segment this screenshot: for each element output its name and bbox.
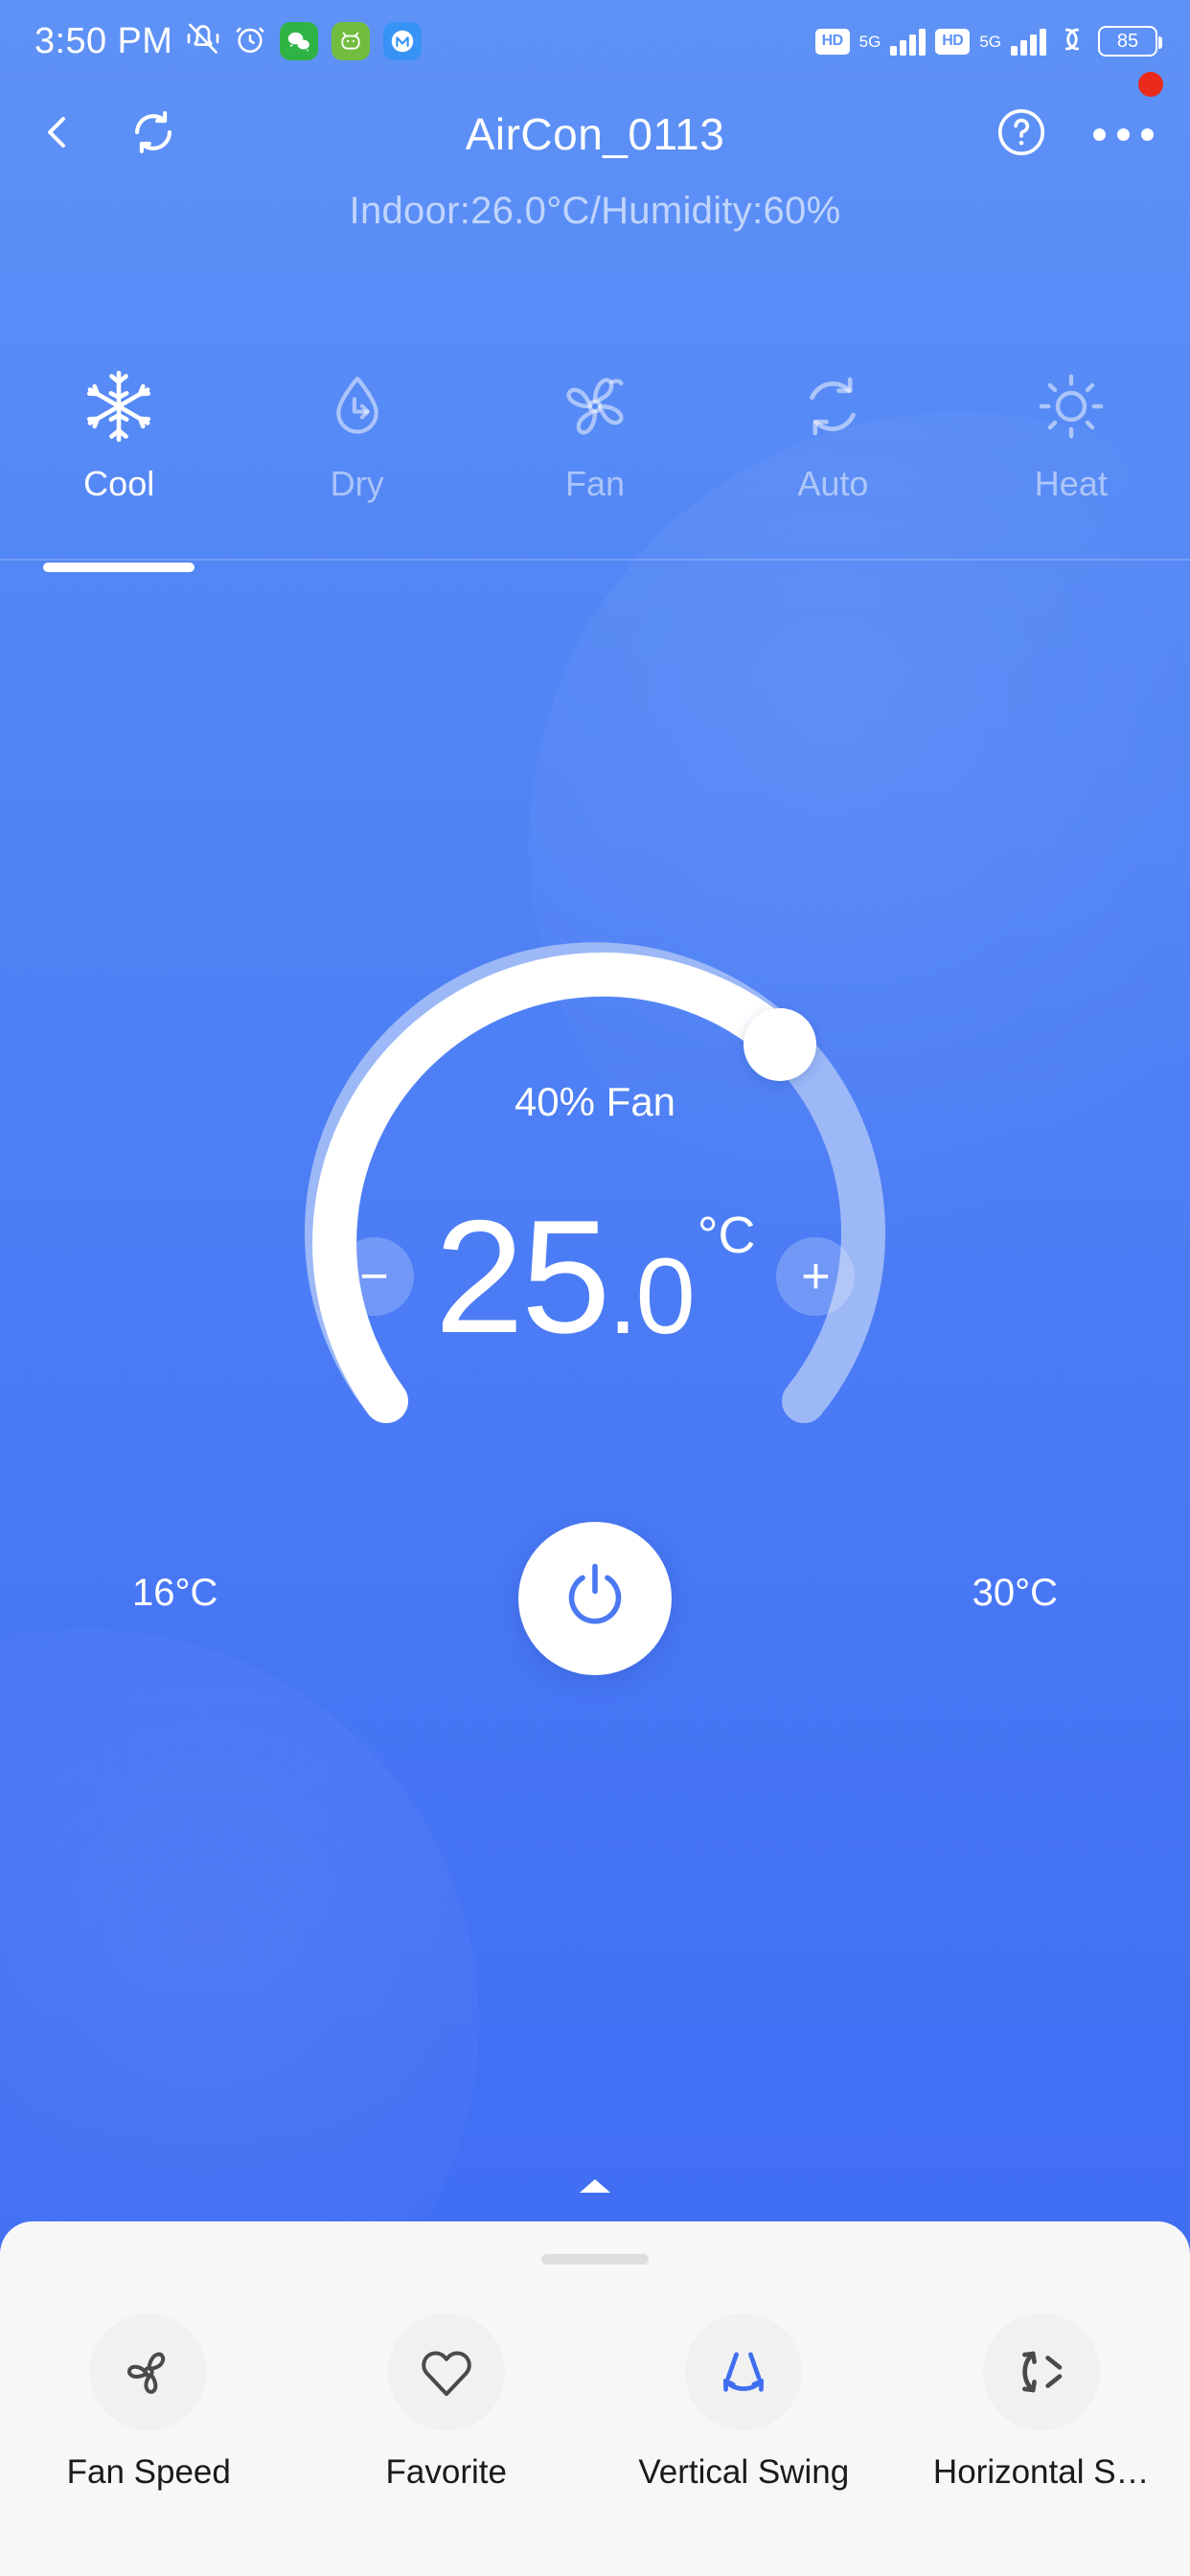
- hd-icon: HD: [814, 28, 850, 55]
- dial-max-label: 30°C: [972, 1572, 1058, 1614]
- battery-icon: 85: [1098, 26, 1162, 57]
- dial-min-label: 16°C: [132, 1572, 218, 1614]
- mode-tab-dry[interactable]: Dry: [238, 355, 475, 561]
- vpn-icon: [1056, 23, 1088, 60]
- chevron-left-icon[interactable]: [34, 109, 80, 160]
- temperature-stepper: − 25 .0 °C +: [0, 1186, 1190, 1367]
- mode-tab-auto[interactable]: Auto: [714, 355, 951, 561]
- temperature-dial[interactable]: [288, 862, 902, 1476]
- action-favorite[interactable]: Favorite: [298, 2313, 596, 2492]
- nav-right-group: [994, 71, 1163, 165]
- network-indicator-1: 5G: [859, 34, 881, 50]
- app-blue-icon: [383, 22, 423, 60]
- mode-active-underline: [43, 563, 195, 572]
- vertical-swing-icon: [685, 2313, 803, 2430]
- mode-tab-heat[interactable]: Heat: [952, 355, 1190, 561]
- power-icon: [555, 1556, 635, 1642]
- hd-icon-2: HD: [935, 28, 971, 55]
- power-button[interactable]: [518, 1522, 672, 1675]
- mode-tab-label: Auto: [797, 464, 869, 503]
- fan-speed-icon: [90, 2313, 208, 2430]
- water-drop-icon: [322, 362, 393, 450]
- status-bar: 3:50 PM HD 5G HD 5G 85: [0, 0, 1190, 82]
- help-circle-icon[interactable]: [994, 104, 1049, 165]
- bottom-sheet: Fan Speed Favorite Vertical Swing Horizo…: [0, 2221, 1190, 2576]
- action-label: Fan Speed: [66, 2453, 231, 2491]
- mode-tab-label: Cool: [83, 464, 155, 503]
- app-green-icon: [332, 22, 371, 60]
- snowflake-icon: [80, 362, 158, 450]
- auto-cycle-icon: [795, 362, 870, 450]
- indoor-climate-readout: Indoor:26.0°C/Humidity:60%: [349, 190, 841, 232]
- temperature-integer: 25: [434, 1186, 611, 1367]
- temperature-unit: °C: [697, 1207, 756, 1264]
- temperature-value: 25 .0 °C: [434, 1186, 756, 1367]
- mode-tab-label: Dry: [330, 464, 384, 503]
- mode-tabs: Cool Dry Fan Auto Heat: [0, 355, 1190, 572]
- mode-tab-label: Heat: [1034, 464, 1108, 503]
- battery-level: 85: [1116, 30, 1139, 52]
- action-label: Horizontal S…: [932, 2453, 1150, 2491]
- nav-bar: AirCon_0113: [0, 71, 1190, 186]
- action-label: Vertical Swing: [638, 2453, 850, 2491]
- modes-divider: [0, 559, 1190, 561]
- heart-icon: [387, 2313, 505, 2430]
- refresh-icon[interactable]: [128, 107, 178, 162]
- quick-actions: Fan Speed Favorite Vertical Swing Horizo…: [0, 2313, 1190, 2492]
- fan-speed-readout: 40% Fan: [514, 1079, 676, 1124]
- sheet-drag-handle[interactable]: [541, 2254, 649, 2265]
- temperature-decimal: .0: [607, 1235, 695, 1356]
- mode-tab-cool[interactable]: Cool: [0, 355, 238, 572]
- dial-gauge[interactable]: [288, 862, 902, 1476]
- action-label: Favorite: [385, 2453, 507, 2491]
- caret-up-icon[interactable]: [580, 2179, 610, 2193]
- action-vertical-swing[interactable]: Vertical Swing: [595, 2313, 893, 2492]
- network-indicator-2: 5G: [979, 34, 1001, 50]
- status-bar-right: HD 5G HD 5G 85: [814, 23, 1162, 60]
- network-label-1: 5G: [858, 32, 881, 51]
- sun-icon: [1034, 362, 1109, 450]
- action-horizontal-swing[interactable]: Horizontal S…: [893, 2313, 1190, 2492]
- mode-tab-fan[interactable]: Fan: [476, 355, 714, 561]
- network-label-2: 5G: [979, 32, 1001, 51]
- horizontal-swing-icon: [982, 2313, 1100, 2430]
- notification-badge: [1138, 71, 1163, 97]
- dial-knob[interactable]: [744, 1008, 816, 1081]
- signal-bars-1: [890, 27, 927, 56]
- vibrate-off-icon: [186, 22, 220, 61]
- status-bar-left: 3:50 PM: [34, 20, 423, 62]
- signal-bars-2: [1011, 27, 1046, 56]
- mode-tab-label: Fan: [564, 464, 626, 503]
- alarm-icon: [234, 23, 266, 60]
- more-horizontal-icon[interactable]: [1091, 123, 1156, 147]
- status-bar-clock: 3:50 PM: [34, 20, 173, 61]
- temperature-decrease-button[interactable]: −: [334, 1237, 414, 1317]
- action-fan-speed[interactable]: Fan Speed: [0, 2313, 298, 2492]
- nav-left-group: [34, 107, 178, 162]
- temperature-increase-button[interactable]: +: [776, 1237, 856, 1317]
- fan-blades-icon: [558, 362, 632, 450]
- wechat-icon: [280, 22, 319, 60]
